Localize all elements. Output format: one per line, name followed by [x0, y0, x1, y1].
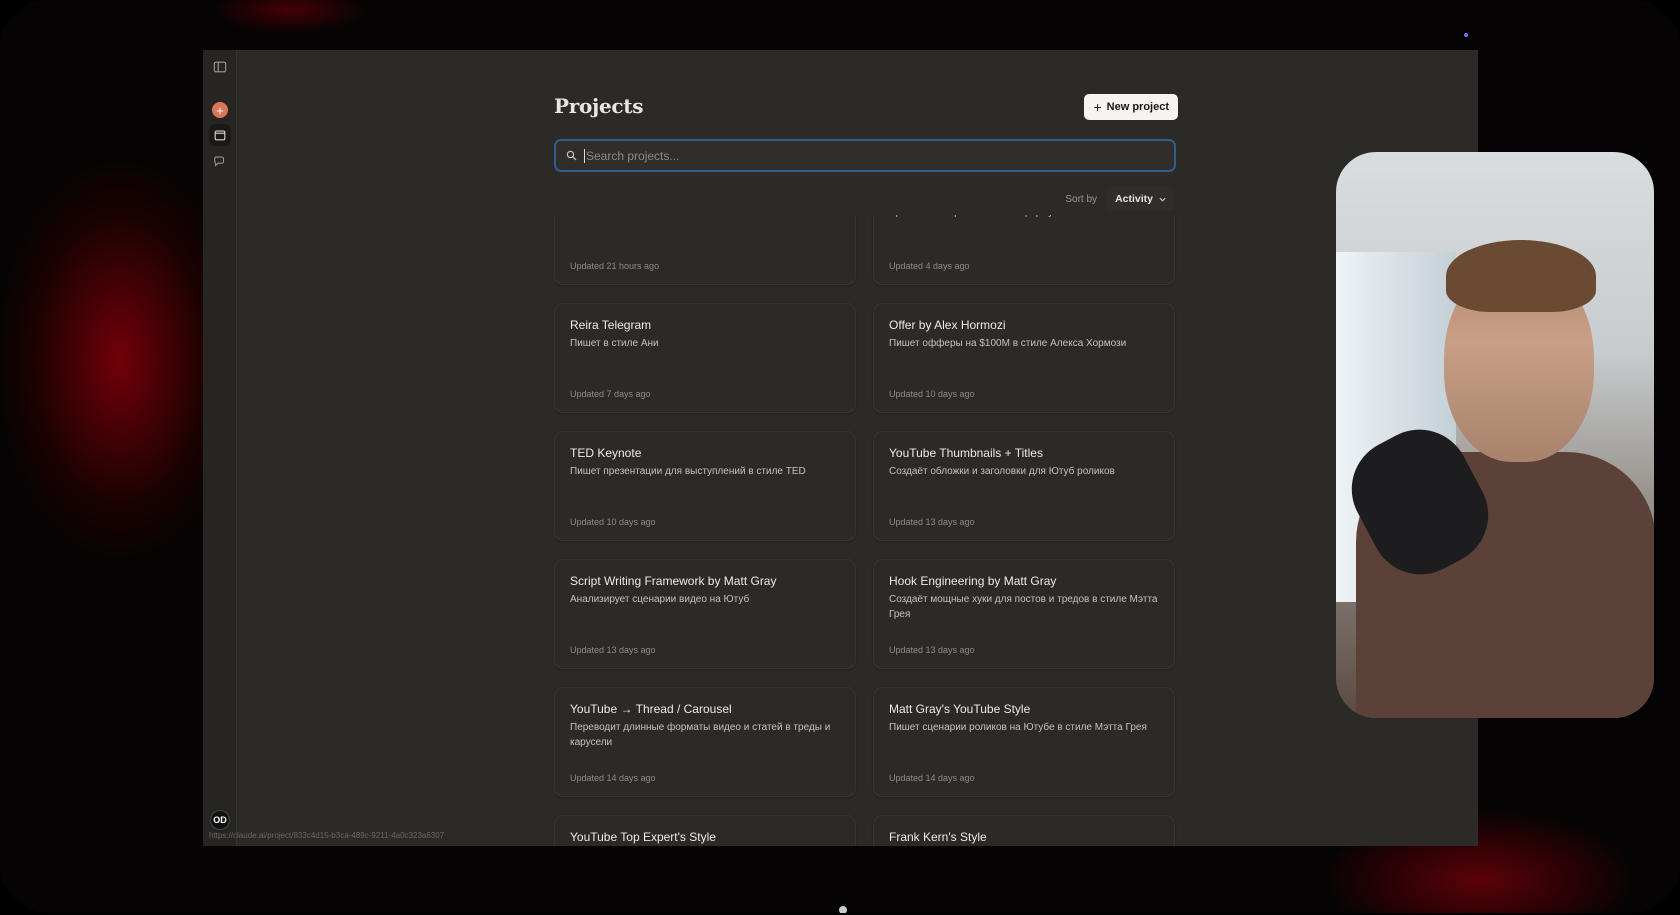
plus-icon: + [1093, 99, 1102, 115]
text-caret [584, 148, 585, 163]
project-card[interactable]: YouTube → Thread / Carousel Переводит дли… [554, 687, 856, 797]
project-title: Offer by Alex Hormozi [889, 318, 1006, 332]
project-description: Анализирует сценарии видео на Ютуб [570, 594, 750, 605]
project-card[interactable]: TED Keynote Пишет презентации для выступл… [554, 431, 856, 541]
project-updated: Updated 13 days ago [889, 517, 975, 527]
sidebar-item-chats[interactable] [209, 150, 231, 172]
project-updated: Updated 13 days ago [570, 645, 656, 655]
project-description: Создаёт мощные хуки для постов и тредов … [889, 594, 1158, 620]
app-window: + OD https://claude.ai/project/833c4d15-… [203, 50, 1478, 846]
project-updated: Updated 7 days ago [570, 389, 651, 399]
project-title: YouTube Top Expert's Style [570, 830, 716, 844]
project-card[interactable]: Matt Gray's YouTube Style Пишет сценарии … [873, 687, 1175, 797]
sidebar-item-projects[interactable] [209, 124, 231, 146]
project-description: Переводит длинные форматы видео и статей… [570, 722, 831, 748]
project-updated: Updated 10 days ago [889, 389, 975, 399]
chevron-down-icon [1159, 197, 1166, 202]
recording-indicator [1464, 33, 1468, 37]
project-grid-viewport: Updated 21 hours ago Этот проект помогает… [554, 215, 1178, 846]
project-updated: Updated 13 days ago [889, 645, 975, 655]
project-updated: Updated 21 hours ago [570, 261, 660, 271]
project-updated: Updated 14 days ago [889, 773, 975, 783]
webcam-overlay [1336, 152, 1654, 718]
desktop-background: + OD https://claude.ai/project/833c4d15-… [0, 0, 1680, 913]
new-project-label: New project [1106, 101, 1169, 113]
project-card[interactable]: Этот проект помогает формировать цели по… [873, 215, 1175, 285]
project-title: Hook Engineering by Matt Gray [889, 574, 1057, 588]
project-description: Создаёт обложки и заголовки для Ютуб рол… [889, 466, 1115, 477]
project-card[interactable]: YouTube Top Expert's Style [554, 815, 856, 846]
dock-indicator [839, 906, 847, 913]
project-grid: Updated 21 hours ago Этот проект помогает… [554, 215, 1178, 846]
plus-icon: + [216, 102, 224, 118]
sort-label: Sort by [1065, 193, 1098, 205]
projects-page: Projects + New project Sort by Activity [554, 50, 1178, 846]
project-updated: Updated 4 days ago [889, 261, 970, 271]
new-project-button[interactable]: + New project [1084, 94, 1178, 120]
project-description: Пишет в стиле Ани [570, 338, 659, 349]
project-card[interactable]: Updated 21 hours ago [554, 215, 856, 285]
chat-bubbles-icon [214, 156, 225, 167]
project-description: Пишет сценарии роликов на Ютубе в стиле … [889, 722, 1147, 733]
project-title: Matt Gray's YouTube Style [889, 702, 1031, 716]
project-description: Пишет презентации для выступлений в стил… [570, 466, 806, 477]
project-title: Script Writing Framework by Matt Gray [570, 574, 777, 588]
sort-controls: Sort by Activity [1065, 187, 1173, 211]
search-icon [566, 150, 577, 161]
project-title: Frank Kern's Style [889, 830, 987, 844]
sort-value: Activity [1115, 193, 1153, 205]
status-bar-url: https://claude.ai/project/833c4d15-b3ca-… [209, 831, 445, 840]
new-chat-button[interactable]: + [212, 102, 228, 118]
page-title: Projects [554, 94, 644, 118]
project-title: YouTube → Thread / Carousel [570, 702, 732, 716]
avatar[interactable]: OD [210, 810, 230, 830]
project-description: Пишет офферы на $100M в стиле Алекса Хор… [889, 338, 1127, 349]
project-updated: Updated 14 days ago [570, 773, 656, 783]
sidebar: + OD [203, 50, 237, 846]
project-card[interactable]: Reira Telegram Пишет в стиле Ани Updated 7… [554, 303, 856, 413]
project-title: Reira Telegram [570, 318, 652, 332]
sidebar-toggle-icon[interactable] [209, 56, 231, 78]
webcam-person-hair [1446, 240, 1596, 312]
project-title: TED Keynote [570, 446, 642, 460]
screen: + OD https://claude.ai/project/833c4d15-… [0, 0, 1680, 915]
project-card[interactable]: Offer by Alex Hormozi Пишет офферы на $10… [873, 303, 1175, 413]
search-input[interactable] [586, 148, 1174, 163]
search-box[interactable] [554, 139, 1176, 172]
sort-select[interactable]: Activity [1107, 187, 1173, 211]
folder-icon [214, 130, 226, 141]
project-card[interactable]: Script Writing Framework by Matt Gray Ана… [554, 559, 856, 669]
project-updated: Updated 10 days ago [570, 517, 656, 527]
project-card[interactable]: Frank Kern's Style [873, 815, 1175, 846]
project-card[interactable]: YouTube Thumbnails + Titles Создаёт облож… [873, 431, 1175, 541]
project-description: Этот проект помогает формировать цели по… [889, 215, 1159, 220]
project-card[interactable]: Hook Engineering by Matt Gray Создаёт мощ… [873, 559, 1175, 669]
project-title: YouTube Thumbnails + Titles [889, 446, 1043, 460]
